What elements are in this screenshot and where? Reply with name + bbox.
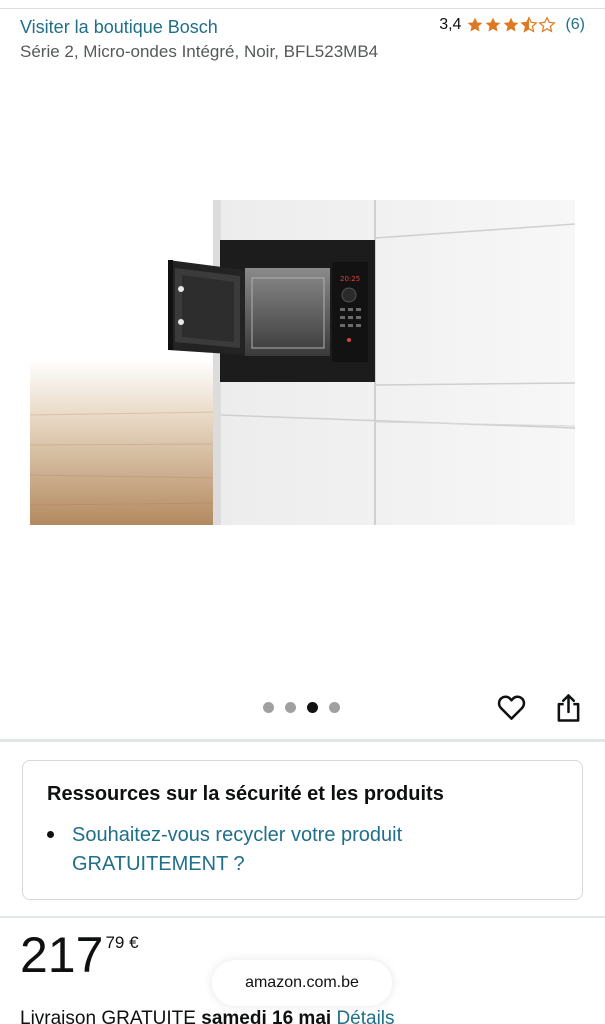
heart-icon[interactable] [496, 692, 527, 723]
star-icon [468, 17, 483, 32]
browser-domain: amazon.com.be [245, 974, 359, 991]
top-divider [0, 8, 605, 9]
star-half-icon [520, 16, 539, 33]
browser-domain-pill[interactable]: amazon.com.be [212, 960, 392, 1006]
recycle-product-link[interactable]: Souhaitez-vous recycler votre produit GR… [72, 821, 502, 879]
star-empty-icon [538, 16, 557, 33]
rating-value: 3,4 [439, 16, 462, 33]
pagination-dot[interactable] [329, 702, 340, 713]
star-icon [504, 17, 519, 32]
rating-summary[interactable]: 3,4 (6) [439, 16, 585, 34]
pagination-dot[interactable] [263, 702, 274, 713]
share-icon[interactable] [555, 692, 582, 724]
svg-text:20:25: 20:25 [340, 275, 360, 283]
price-whole: 217 [20, 927, 104, 983]
safety-card-title: Ressources sur la sécurité et les produi… [47, 783, 444, 805]
delivery-info: Livraison GRATUITE samedi 16 mai Détails [20, 1008, 395, 1024]
pagination-dot[interactable] [285, 702, 296, 713]
section-divider [0, 916, 605, 918]
rating-count[interactable]: (6) [565, 16, 585, 34]
image-pagination[interactable] [263, 702, 340, 713]
delivery-details-link[interactable]: Détails [336, 1008, 394, 1024]
safety-resources-card: Ressources sur la sécurité et les produi… [22, 760, 583, 900]
visit-store-link[interactable]: Visiter la boutique Bosch [20, 17, 218, 38]
list-bullet [47, 831, 54, 838]
price: 217 79 € [20, 927, 139, 983]
delivery-date: samedi 16 mai [201, 1008, 332, 1024]
pagination-dot-active[interactable] [307, 702, 318, 713]
star-rating [466, 16, 557, 34]
section-divider [0, 739, 605, 742]
price-fraction: 79 € [105, 933, 139, 952]
star-icon [486, 17, 501, 32]
delivery-prefix: Livraison GRATUITE [20, 1008, 202, 1024]
microwave-product-image[interactable]: 20:25 [30, 200, 575, 525]
product-title: Série 2, Micro-ondes Intégré, Noir, BFL5… [20, 42, 379, 61]
